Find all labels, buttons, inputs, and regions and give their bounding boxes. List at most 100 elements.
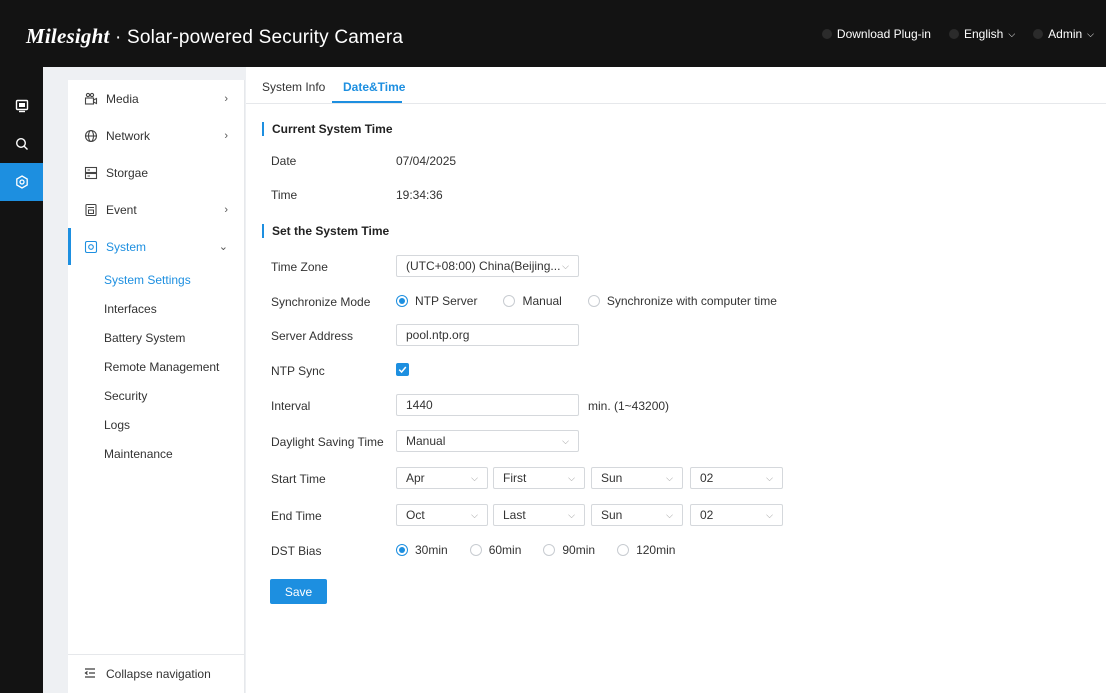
dst-bias-radio-group: 30min 60min 90min 120min: [396, 543, 701, 557]
chevron-down-icon: ⌄: [218, 241, 228, 253]
chevron-down-icon: ⌵: [766, 473, 773, 483]
media-icon: [84, 92, 98, 106]
checkmark-icon: [398, 366, 407, 374]
download-plugin-link[interactable]: Download Plug-in: [821, 27, 931, 41]
collapse-navigation-button[interactable]: Collapse navigation: [68, 654, 244, 693]
select-value: 02: [700, 471, 714, 485]
top-right-menu: Download Plug-in English ⌵ Admin ⌵: [821, 27, 1094, 41]
sync-mode-radio-group: NTP Server Manual Synchronize with compu…: [396, 294, 803, 308]
chevron-down-icon: ⌵: [562, 261, 569, 271]
icon-bar: [0, 67, 43, 693]
collapse-icon: [84, 667, 96, 682]
timezone-label: Time Zone: [271, 260, 328, 274]
radio-label: 120min: [636, 543, 676, 557]
select-value: Last: [503, 508, 526, 522]
brand-separator: ·: [114, 27, 122, 48]
sidebar-subitem-system-settings[interactable]: System Settings: [68, 265, 244, 294]
start-hour-select[interactable]: 02 ⌵: [690, 467, 783, 489]
date-label: Date: [271, 154, 297, 168]
live-view-button[interactable]: [0, 87, 43, 125]
start-day-select[interactable]: Sun ⌵: [591, 467, 683, 489]
user-label: Admin: [1048, 27, 1083, 41]
tab-bar: System Info Date&Time: [246, 67, 1106, 104]
user-dropdown[interactable]: Admin ⌵: [1033, 27, 1094, 41]
chevron-down-icon: ⌵: [568, 473, 575, 483]
end-month-select[interactable]: Oct ⌵: [396, 504, 488, 526]
interval-label: Interval: [271, 399, 311, 413]
radio-circle: [396, 295, 408, 307]
brand: Milesight · Solar-powered Security Camer…: [26, 24, 403, 49]
timezone-value: (UTC+08:00) China(Beijing...: [406, 259, 561, 273]
dst-bias-label: DST Bias: [271, 544, 322, 558]
milesight-logo: Milesight: [26, 24, 110, 48]
sidebar-subitem-interfaces[interactable]: Interfaces: [68, 294, 244, 323]
chevron-down-icon: ⌵: [1087, 28, 1094, 39]
server-address-input[interactable]: pool.ntp.org: [396, 324, 579, 346]
sidebar-item-storage[interactable]: Storgae: [68, 154, 244, 191]
dst-select[interactable]: Manual ⌵: [396, 430, 579, 452]
interval-hint: min. (1~43200): [588, 399, 670, 413]
radio-circle: [587, 295, 600, 307]
radio-manual[interactable]: Manual: [503, 294, 562, 308]
sidebar-item-system[interactable]: System ⌄: [68, 228, 244, 265]
chevron-right-icon: ›: [224, 92, 228, 105]
ntp-sync-checkbox[interactable]: [396, 363, 409, 376]
sidebar-subitem-battery-system[interactable]: Battery System: [68, 323, 244, 352]
start-week-select[interactable]: First ⌵: [493, 467, 585, 489]
radio-bias-30[interactable]: 30min: [396, 543, 448, 557]
sidebar-item-media[interactable]: Media ›: [68, 80, 244, 117]
select-value: Oct: [406, 508, 425, 522]
sidebar-item-label: System: [106, 239, 147, 254]
language-dropdown[interactable]: English ⌵: [948, 27, 1015, 41]
timezone-select[interactable]: (UTC+08:00) China(Beijing... ⌵: [396, 255, 579, 277]
radio-ntp-server[interactable]: NTP Server: [396, 294, 477, 308]
interval-input[interactable]: 1440: [396, 394, 579, 416]
search-icon: [15, 137, 28, 150]
top-bar: Milesight · Solar-powered Security Camer…: [0, 0, 1106, 67]
sidebar-item-network[interactable]: Network ›: [68, 117, 244, 154]
radio-circle: [543, 544, 556, 556]
sidebar-subitem-logs[interactable]: Logs: [68, 410, 244, 439]
radio-label: NTP Server: [415, 294, 478, 308]
download-plugin-label: Download Plug-in: [836, 27, 931, 41]
chevron-down-icon: ⌵: [666, 473, 673, 483]
sidebar-item-label: Media: [106, 91, 139, 106]
end-day-select[interactable]: Sun ⌵: [591, 504, 683, 526]
start-time-label: Start Time: [271, 472, 326, 486]
save-button[interactable]: Save: [270, 579, 327, 604]
event-icon: [84, 203, 98, 217]
tab-system-info[interactable]: System Info: [262, 80, 325, 94]
collapse-label: Collapse navigation: [106, 667, 211, 681]
search-button[interactable]: [0, 125, 43, 163]
ntp-sync-label: NTP Sync: [271, 364, 325, 378]
sidebar-subitem-maintenance[interactable]: Maintenance: [68, 439, 244, 468]
end-week-select[interactable]: Last ⌵: [493, 504, 585, 526]
time-value: 19:34:36: [396, 188, 443, 202]
dst-label: Daylight Saving Time: [271, 435, 384, 449]
radio-sync-computer[interactable]: Synchronize with computer time: [587, 294, 777, 308]
select-value: Apr: [406, 471, 425, 485]
dst-value: Manual: [406, 434, 446, 448]
chevron-right-icon: ›: [224, 129, 228, 142]
radio-label: 60min: [488, 543, 522, 557]
sidebar-subitem-remote-management[interactable]: Remote Management: [68, 352, 244, 381]
settings-icon: [15, 175, 28, 189]
user-icon: [1033, 29, 1044, 39]
sidebar-subitem-security[interactable]: Security: [68, 381, 244, 410]
tab-date-time[interactable]: Date&Time: [343, 80, 405, 94]
radio-bias-90[interactable]: 90min: [543, 543, 595, 557]
sidebar-item-event[interactable]: Event ›: [68, 191, 244, 228]
settings-button[interactable]: [0, 163, 43, 201]
chevron-right-icon: ›: [224, 203, 228, 216]
start-month-select[interactable]: Apr ⌵: [396, 467, 488, 489]
end-hour-select[interactable]: 02 ⌵: [690, 504, 783, 526]
sync-mode-label: Synchronize Mode: [271, 295, 371, 309]
system-icon: [84, 240, 98, 254]
radio-bias-120[interactable]: 120min: [617, 543, 675, 557]
radio-circle: [469, 544, 482, 556]
language-label: English: [963, 27, 1004, 41]
select-value: First: [503, 471, 527, 485]
chevron-down-icon: ⌵: [666, 510, 673, 520]
tab-active-underline: [332, 101, 402, 103]
radio-bias-60[interactable]: 60min: [469, 543, 522, 557]
